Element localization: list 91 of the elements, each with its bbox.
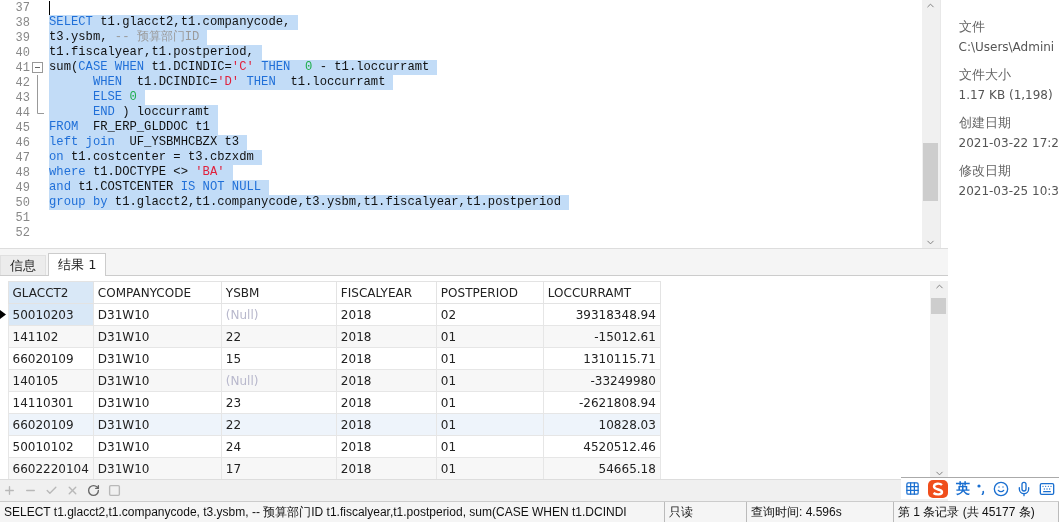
scrollbar[interactable] [930, 281, 948, 479]
table-cell: (Null) [221, 303, 337, 326]
column-header[interactable]: LOCCURRAMT [543, 281, 661, 304]
table-cell: 1310115.71 [543, 347, 661, 370]
scrollbar[interactable] [921, 0, 940, 248]
table-cell: 24 [221, 435, 337, 458]
table-cell: -15012.61 [543, 325, 661, 348]
result-tab[interactable]: 信息 [0, 255, 46, 275]
status-query-time: 查询时间: 4.596s [747, 502, 894, 522]
punctuation-icon[interactable] [977, 482, 986, 495]
table-cell: D31W10 [93, 435, 222, 458]
s-logo-icon[interactable] [927, 478, 949, 499]
result-tab[interactable]: 结果 1 [48, 253, 107, 276]
column-header[interactable]: COMPANYCODE [93, 281, 222, 304]
table-cell: 02 [436, 303, 544, 326]
table-cell: 140105 [8, 369, 94, 392]
grid-icon[interactable] [905, 481, 920, 496]
line-number: 37 [14, 0, 30, 15]
table-cell: 2018 [336, 369, 437, 392]
status-mode: 只读 [665, 502, 747, 522]
column-header[interactable]: FISCALYEAR [336, 281, 437, 304]
info-label: 文件 [958, 18, 986, 36]
table-cell: 141102 [8, 325, 94, 348]
table-cell: 22 [221, 325, 337, 348]
info-value: C:\Users\Admini [958, 40, 1056, 54]
table-cell: D31W10 [93, 303, 222, 326]
scroll-thumb[interactable] [931, 298, 946, 314]
table-cell: 66020109 [8, 413, 94, 436]
table-cell: 01 [436, 435, 544, 458]
table-cell: 10828.03 [543, 413, 661, 436]
smiley-icon[interactable] [993, 480, 1009, 497]
info-value: 1.17 KB (1,198) [958, 88, 1054, 102]
table-cell: 39318348.94 [543, 303, 661, 326]
table-cell: 2018 [336, 413, 437, 436]
info-label: 创建日期 [958, 114, 1012, 132]
table-cell: 14110301 [8, 391, 94, 414]
table-cell: 01 [436, 391, 544, 414]
table-cell: D31W10 [93, 347, 222, 370]
line-number: 42 [14, 75, 30, 90]
column-header[interactable]: GLACCT2 [8, 281, 94, 304]
ime-mode[interactable]: 英 [956, 479, 970, 498]
table-cell: 01 [436, 325, 544, 348]
table-cell: 15 [221, 347, 337, 370]
status-sql: SELECT t1.glacct2,t1.companycode, t3.ysbm, -- 预算部门ID t1.fiscalyear,t1.postperiod, sum(CASE WHEN t1.DCINDI [0, 502, 665, 522]
line-number: 43 [14, 90, 30, 105]
info-label: 文件大小 [958, 66, 1012, 84]
refresh-icon[interactable] [87, 484, 100, 497]
table-cell: -2621808.94 [543, 391, 661, 414]
table-cell: 22 [221, 413, 337, 436]
line-number: 44 [14, 105, 30, 120]
line-number: 45 [14, 120, 30, 135]
info-label: 修改日期 [958, 162, 1012, 180]
table-cell: (Null) [221, 369, 337, 392]
table-cell: 2018 [336, 347, 437, 370]
table-cell: 50010203 [8, 303, 94, 326]
line-number: 40 [14, 45, 30, 60]
table-cell: 23 [221, 391, 337, 414]
info-value: 2021-03-22 17:2 [958, 136, 1059, 150]
line-number: 52 [14, 225, 30, 240]
table-cell: 01 [436, 413, 544, 436]
line-number: 41 [14, 60, 30, 75]
line-number: 51 [14, 210, 30, 225]
info-value: 2021-03-25 10:3 [958, 184, 1059, 198]
table-cell: D31W10 [93, 413, 222, 436]
table-cell: 2018 [336, 391, 437, 414]
line-number: 46 [14, 135, 30, 150]
status-record: 第 1 条记录 (共 45177 条) [894, 502, 1059, 522]
table-cell: 01 [436, 347, 544, 370]
column-header[interactable]: YSBM [221, 281, 337, 304]
line-number: 48 [14, 165, 30, 180]
line-number: 39 [14, 30, 30, 45]
table-cell: 4520512.46 [543, 435, 661, 458]
table-cell: -33249980 [543, 369, 661, 392]
table-cell: D31W10 [93, 391, 222, 414]
microphone-icon[interactable] [1016, 480, 1032, 497]
line-number: 49 [14, 180, 30, 195]
line-number: 47 [14, 150, 30, 165]
line-number: 38 [14, 15, 30, 30]
table-cell: D31W10 [93, 325, 222, 348]
table-cell: 66020109 [8, 347, 94, 370]
line-number: 50 [14, 195, 30, 210]
keyboard-icon[interactable] [1039, 480, 1055, 497]
table-cell: D31W10 [93, 369, 222, 392]
table-cell: 2018 [336, 435, 437, 458]
scroll-thumb[interactable] [922, 143, 938, 201]
table-cell: 50010102 [8, 435, 94, 458]
fold-toggle-icon[interactable] [32, 62, 43, 73]
table-cell: 01 [436, 369, 544, 392]
table-cell: 2018 [336, 303, 437, 326]
column-header[interactable]: POSTPERIOD [436, 281, 544, 304]
table-cell: 2018 [336, 325, 437, 348]
